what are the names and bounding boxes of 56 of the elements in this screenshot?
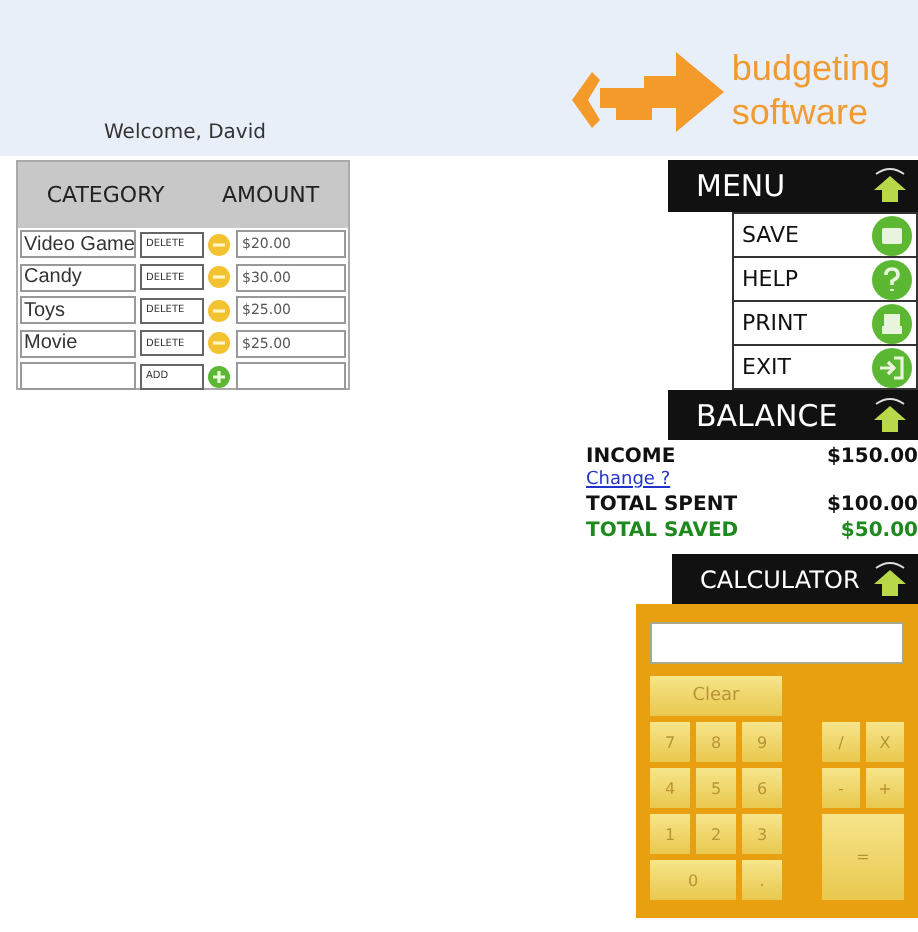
menu-title: MENU — [696, 168, 786, 204]
calculator-key[interactable]: 6 — [742, 768, 782, 808]
menu-item[interactable]: PRINT — [732, 300, 918, 346]
calculator-key[interactable]: 0 — [650, 860, 736, 900]
logo-text: budgeting — [731, 46, 890, 90]
logo-text: software — [731, 90, 870, 134]
calculator-key[interactable]: / — [822, 722, 860, 762]
column-header: AMOUNT — [221, 182, 320, 208]
minus-icon[interactable] — [208, 299, 230, 321]
category-cell — [20, 362, 136, 390]
column-header: CATEGORY — [46, 182, 165, 208]
calculator-key[interactable]: 8 — [696, 722, 736, 762]
calculator-key[interactable]: 7 — [650, 722, 690, 762]
up-arrow-icon[interactable] — [870, 395, 910, 435]
minus-icon[interactable] — [208, 266, 230, 288]
balance-value: $50.00 — [840, 518, 918, 544]
printer-icon[interactable] — [872, 303, 912, 343]
balance-header[interactable]: BALANCE — [668, 390, 918, 440]
menu-header[interactable]: MENU — [668, 160, 918, 212]
minus-icon[interactable] — [208, 233, 230, 255]
menu-item[interactable]: SAVE — [732, 212, 918, 258]
calculator-key[interactable]: 2 — [696, 814, 736, 854]
balance-title: BALANCE — [696, 397, 838, 433]
up-arrow-icon[interactable] — [870, 559, 910, 599]
help-icon[interactable] — [872, 259, 912, 299]
calculator-key[interactable]: X — [866, 722, 904, 762]
calculator-key[interactable]: + — [866, 768, 904, 808]
category-cell: Toys — [20, 296, 136, 324]
category-cell: Candy — [20, 263, 136, 291]
category-cell: Video Game — [20, 230, 136, 258]
plus-icon[interactable] — [208, 365, 230, 387]
balance-value: $150.00 — [826, 444, 918, 470]
welcome-text: Welcome, David — [104, 122, 266, 144]
amount-cell — [236, 362, 346, 390]
calculator-key[interactable]: 5 — [696, 768, 736, 808]
menu-item[interactable]: EXIT — [732, 344, 918, 390]
calculator-key[interactable]: 1 — [650, 814, 690, 854]
calculator-header[interactable]: CALCULATOR — [672, 554, 918, 604]
calculator-key[interactable]: = — [822, 814, 904, 900]
menu-item[interactable]: HELP — [732, 256, 918, 302]
calculator-key[interactable]: - — [822, 768, 860, 808]
balance-value: $100.00 — [826, 492, 918, 518]
calculator-key[interactable]: Clear — [650, 676, 782, 716]
calculator-key[interactable]: 9 — [742, 722, 782, 762]
calculator-display[interactable] — [650, 622, 904, 664]
calculator-key[interactable]: . — [742, 860, 782, 900]
calculator-title: CALCULATOR — [700, 565, 860, 593]
change-link[interactable]: Change ? — [586, 470, 671, 492]
balance-label: TOTAL SAVED — [586, 518, 739, 544]
calculator-key[interactable]: 4 — [650, 768, 690, 808]
up-arrow-icon[interactable] — [870, 166, 910, 206]
balance-label: TOTAL SPENT — [586, 492, 738, 518]
category-cell: Movie — [20, 329, 136, 357]
calculator-key[interactable]: 3 — [742, 814, 782, 854]
minus-icon[interactable] — [208, 332, 230, 354]
balance-label: INCOME — [586, 444, 676, 470]
